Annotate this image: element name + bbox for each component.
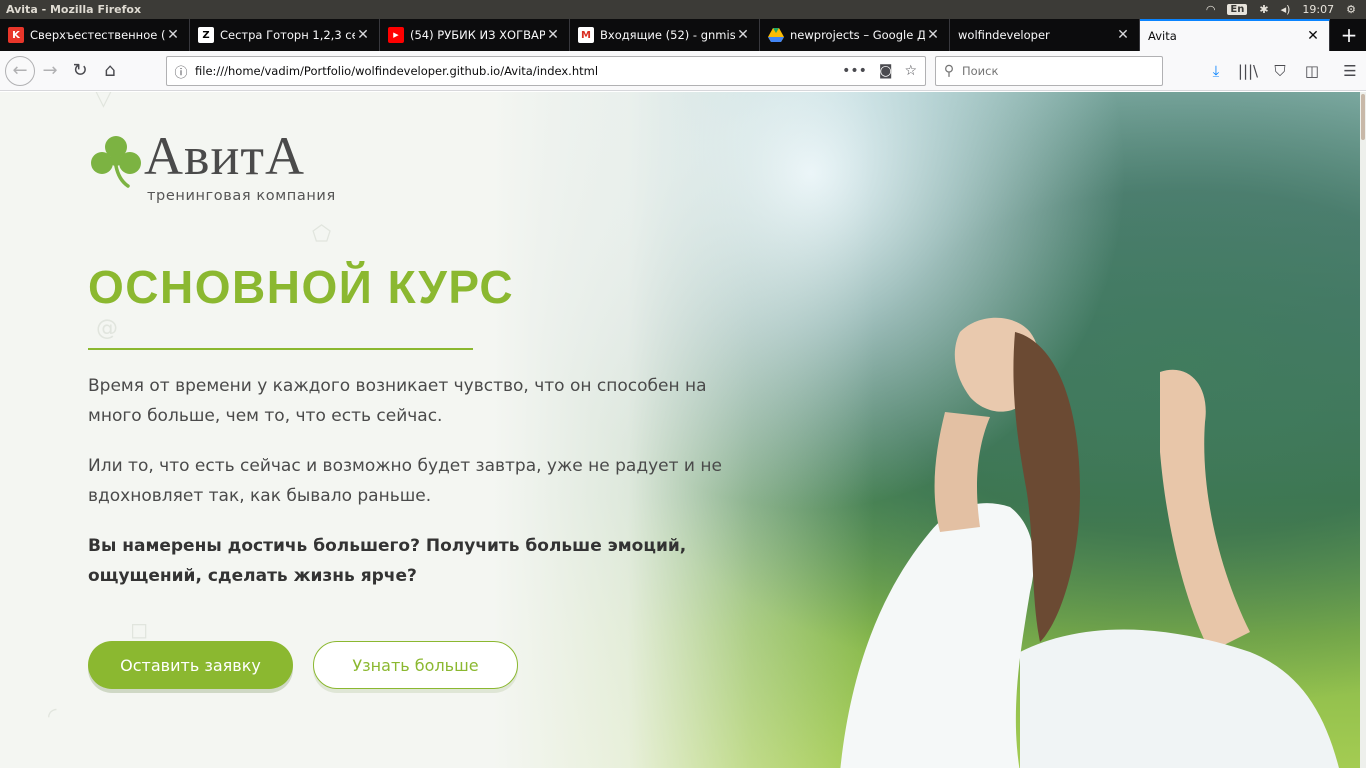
sidebar-icon[interactable]: ◫ bbox=[1296, 56, 1328, 86]
kinopoisk-icon: K bbox=[8, 27, 24, 43]
learn-more-button[interactable]: Узнать больше bbox=[313, 641, 518, 689]
tab-title: Сверхъестественное (13 с bbox=[30, 28, 165, 42]
page-heading: ОСНОВНОЙ КУРС bbox=[88, 261, 515, 313]
clock[interactable]: 19:07 bbox=[1302, 3, 1334, 16]
page-scrollbar[interactable] bbox=[1360, 92, 1366, 768]
tab-supernatural[interactable]: K Сверхъестественное (13 с ✕ bbox=[0, 19, 190, 51]
tab-title: newprojects – Google Дис bbox=[790, 28, 925, 42]
tab-google-drive[interactable]: newprojects – Google Дис ✕ bbox=[760, 19, 950, 51]
close-tab-icon[interactable]: ✕ bbox=[1115, 27, 1131, 43]
search-input[interactable]: ⚲ Поиск bbox=[935, 56, 1163, 86]
home-button[interactable]: ⌂ bbox=[95, 56, 125, 86]
navigation-toolbar: ← → ↻ ⌂ ⓘ file:///home/vadim/Portfolio/w… bbox=[0, 51, 1366, 91]
pocket-icon[interactable]: ◙ bbox=[879, 63, 893, 79]
os-title-bar: Avita - Mozilla Firefox ◠ En ✱ ◂) 19:07 … bbox=[0, 0, 1366, 19]
scrollbar-thumb[interactable] bbox=[1361, 94, 1365, 140]
keyboard-layout-indicator[interactable]: En bbox=[1227, 4, 1248, 15]
bluetooth-icon[interactable]: ✱ bbox=[1259, 3, 1268, 16]
forward-button[interactable]: → bbox=[35, 56, 65, 86]
back-button[interactable]: ← bbox=[5, 55, 35, 86]
gmail-icon: M bbox=[578, 27, 594, 43]
page-actions-icon[interactable]: ••• bbox=[842, 63, 867, 79]
wifi-icon[interactable]: ◠ bbox=[1206, 3, 1216, 16]
close-tab-icon[interactable]: ✕ bbox=[165, 27, 181, 43]
menu-hamburger-icon[interactable]: ☰ bbox=[1334, 56, 1366, 86]
shield-icon[interactable]: ⛉ bbox=[1264, 56, 1296, 86]
volume-icon[interactable]: ◂) bbox=[1281, 3, 1291, 16]
tab-wolfindeveloper[interactable]: wolfindeveloper ✕ bbox=[950, 19, 1140, 51]
tab-title: (54) РУБИК ИЗ ХОГВАРТС bbox=[410, 28, 545, 42]
logo-brand: АвитА bbox=[144, 126, 305, 186]
logo[interactable]: АвитА тренинговая компания bbox=[86, 126, 366, 206]
close-tab-icon[interactable]: ✕ bbox=[545, 27, 561, 43]
z-icon: Z bbox=[198, 27, 214, 43]
arc-doodle-icon: ◜ bbox=[48, 704, 57, 729]
youtube-icon: ▶ bbox=[388, 27, 404, 43]
tab-title: Сестра Готорн 1,2,3 сезо bbox=[220, 28, 355, 42]
reload-button[interactable]: ↻ bbox=[65, 56, 95, 86]
close-tab-icon[interactable]: ✕ bbox=[355, 27, 371, 43]
triangle-doodle-icon: ▽ bbox=[95, 92, 112, 111]
site-info-icon[interactable]: ⓘ bbox=[167, 62, 195, 81]
tab-strip: K Сверхъестественное (13 с ✕ Z Сестра Го… bbox=[0, 19, 1366, 51]
window-title: Avita - Mozilla Firefox bbox=[6, 3, 142, 16]
google-drive-icon bbox=[768, 27, 784, 43]
toolbar-tools: ⤓ |||\ ⛉ ◫ ☰ bbox=[1200, 51, 1366, 91]
close-tab-icon[interactable]: ✕ bbox=[925, 27, 941, 43]
tab-youtube[interactable]: ▶ (54) РУБИК ИЗ ХОГВАРТС ✕ bbox=[380, 19, 570, 51]
url-text[interactable]: file:///home/vadim/Portfolio/wolfindevel… bbox=[195, 64, 842, 78]
intro-paragraph-1: Время от времени у каждого возникает чув… bbox=[88, 376, 707, 426]
tab-sister-hawthorne[interactable]: Z Сестра Готорн 1,2,3 сезо ✕ bbox=[190, 19, 380, 51]
submit-application-button[interactable]: Оставить заявку bbox=[88, 641, 293, 689]
tab-title: Входящие (52) - gnmistor bbox=[600, 28, 735, 42]
system-tray: ◠ En ✱ ◂) 19:07 ⚙ bbox=[1206, 0, 1356, 19]
square-doodle-icon: ◻ bbox=[130, 618, 149, 643]
tab-avita[interactable]: Avita ✕ bbox=[1140, 19, 1330, 51]
new-tab-button[interactable]: + bbox=[1332, 19, 1366, 51]
downloads-icon[interactable]: ⤓ bbox=[1200, 56, 1232, 86]
page-viewport: ▽ ⬠ @ ◻ ◜ АвитА тренинговая компания ОСН… bbox=[0, 92, 1366, 768]
logo-subtitle: тренинговая компания bbox=[147, 188, 336, 204]
heading-divider bbox=[88, 348, 473, 350]
tab-title: Avita bbox=[1148, 29, 1177, 43]
address-bar[interactable]: ⓘ file:///home/vadim/Portfolio/wolfindev… bbox=[166, 56, 926, 86]
pentagon-doodle-icon: ⬠ bbox=[312, 222, 332, 247]
bookmark-star-icon[interactable]: ☆ bbox=[904, 63, 917, 79]
clover-logo-icon bbox=[91, 136, 141, 188]
library-icon[interactable]: |||\ bbox=[1232, 56, 1264, 86]
close-tab-icon[interactable]: ✕ bbox=[735, 27, 751, 43]
close-tab-icon[interactable]: ✕ bbox=[1305, 28, 1321, 44]
tab-title: wolfindeveloper bbox=[958, 28, 1050, 42]
settings-gear-icon[interactable]: ⚙ bbox=[1346, 3, 1356, 16]
intro-emphasis: Вы намерены достичь большего? Получить б… bbox=[88, 536, 687, 586]
intro-paragraph-2: Или то, что есть сейчас и возможно будет… bbox=[88, 456, 722, 506]
tab-gmail[interactable]: M Входящие (52) - gnmistor ✕ bbox=[570, 19, 760, 51]
spiral-doodle-icon: @ bbox=[96, 316, 118, 341]
search-icon: ⚲ bbox=[943, 63, 955, 79]
search-placeholder: Поиск bbox=[962, 64, 999, 78]
